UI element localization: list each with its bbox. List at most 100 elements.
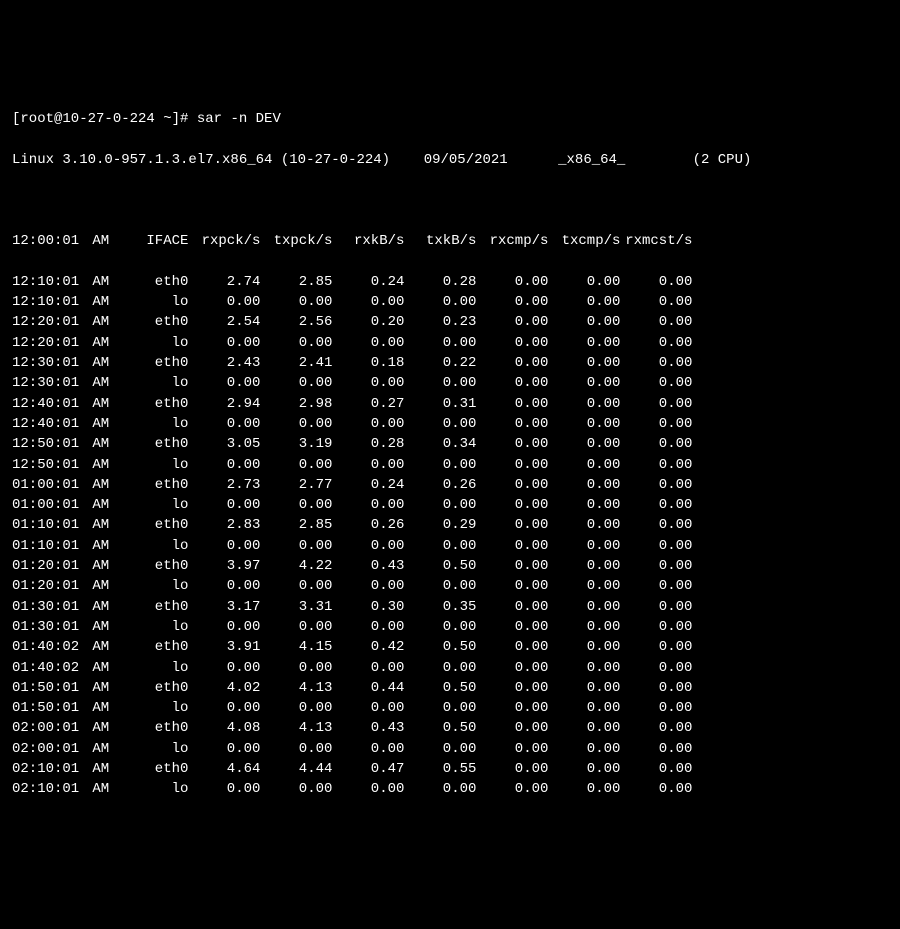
cell-txkb: 0.50 [404, 718, 476, 738]
cell-txkb: 0.00 [404, 495, 476, 515]
cell-ampm: AM [92, 373, 116, 393]
table-row: 12:50:01 AMlo0.000.000.000.000.000.000.0… [12, 455, 888, 475]
cell-ampm: AM [92, 475, 116, 495]
cell-time: 01:30:01 [12, 597, 84, 617]
cell-rxkb: 0.30 [332, 597, 404, 617]
cell-rxmcst: 0.00 [620, 434, 692, 454]
cell-rxcmp: 0.00 [476, 678, 548, 698]
cell-rxpck: 4.08 [188, 718, 260, 738]
cell-iface: lo [116, 414, 188, 434]
cell-txpck: 0.00 [260, 698, 332, 718]
cell-txcmp: 0.00 [548, 353, 620, 373]
table-row: 12:40:01 AMeth02.942.980.270.310.000.000… [12, 394, 888, 414]
cell-txcmp: 0.00 [548, 637, 620, 657]
cell-ampm: AM [92, 718, 116, 738]
cell-txcmp: 0.00 [548, 536, 620, 556]
cell-rxpck: 3.05 [188, 434, 260, 454]
cell-rxmcst: 0.00 [620, 597, 692, 617]
table-row: 01:50:01 AMeth04.024.130.440.500.000.000… [12, 678, 888, 698]
cell-iface: lo [116, 698, 188, 718]
cell-rxcmp: 0.00 [476, 515, 548, 535]
cell-time: 01:20:01 [12, 576, 84, 596]
date: 09/05/2021 [424, 152, 508, 168]
cell-txpck: 3.31 [260, 597, 332, 617]
cell-ampm: AM [92, 455, 116, 475]
cell-time: 02:10:01 [12, 779, 84, 799]
cell-ampm: AM [92, 658, 116, 678]
cell-rxmcst: 0.00 [620, 455, 692, 475]
table-row: 12:10:01 AMlo0.000.000.000.000.000.000.0… [12, 292, 888, 312]
command[interactable]: sar -n DEV [197, 111, 281, 127]
table-row: 02:10:01 AMlo0.000.000.000.000.000.000.0… [12, 779, 888, 799]
cell-iface: eth0 [116, 475, 188, 495]
cell-txpck: 4.15 [260, 637, 332, 657]
cell-time: 12:50:01 [12, 434, 84, 454]
cell-iface: lo [116, 536, 188, 556]
cell-txkb: 0.34 [404, 434, 476, 454]
cell-rxkb: 0.00 [332, 414, 404, 434]
cell-rxpck: 3.17 [188, 597, 260, 617]
cell-ampm: AM [92, 597, 116, 617]
cell-txpck: 0.00 [260, 739, 332, 759]
cell-txkb: 0.35 [404, 597, 476, 617]
cell-txpck: 0.00 [260, 536, 332, 556]
table-row: 01:30:01 AMeth03.173.310.300.350.000.000… [12, 597, 888, 617]
cell-rxpck: 0.00 [188, 373, 260, 393]
cell-rxkb: 0.00 [332, 576, 404, 596]
cell-rxpck: 2.73 [188, 475, 260, 495]
cell-txpck: 4.13 [260, 678, 332, 698]
cell-txkb: 0.00 [404, 779, 476, 799]
cell-iface: lo [116, 495, 188, 515]
cell-time: 12:40:01 [12, 394, 84, 414]
cell-rxpck: 3.91 [188, 637, 260, 657]
header-ampm: AM [92, 231, 116, 251]
cell-iface: lo [116, 455, 188, 475]
cell-iface: lo [116, 333, 188, 353]
cell-time: 12:20:01 [12, 333, 84, 353]
cell-rxpck: 2.74 [188, 272, 260, 292]
cell-rxkb: 0.28 [332, 434, 404, 454]
cell-time: 01:00:01 [12, 495, 84, 515]
cell-txkb: 0.00 [404, 333, 476, 353]
cell-iface: lo [116, 779, 188, 799]
header-rxpck: rxpck/s [188, 231, 260, 251]
cell-rxcmp: 0.00 [476, 779, 548, 799]
cell-rxcmp: 0.00 [476, 394, 548, 414]
cell-ampm: AM [92, 779, 116, 799]
header-txkb: txkB/s [404, 231, 476, 251]
cell-txcmp: 0.00 [548, 475, 620, 495]
cell-txkb: 0.50 [404, 678, 476, 698]
cell-ampm: AM [92, 536, 116, 556]
cell-txpck: 0.00 [260, 779, 332, 799]
terminal-output: [root@10-27-0-224 ~]# sar -n DEV Linux 3… [12, 89, 888, 820]
cell-txkb: 0.00 [404, 373, 476, 393]
cell-ampm: AM [92, 637, 116, 657]
cell-rxmcst: 0.00 [620, 414, 692, 434]
cell-iface: lo [116, 373, 188, 393]
cell-txpck: 0.00 [260, 455, 332, 475]
table-row: 12:10:01 AMeth02.742.850.240.280.000.000… [12, 272, 888, 292]
cell-txpck: 0.00 [260, 617, 332, 637]
cell-txkb: 0.26 [404, 475, 476, 495]
cell-txcmp: 0.00 [548, 617, 620, 637]
cell-iface: eth0 [116, 312, 188, 332]
table-row: 12:30:01 AMeth02.432.410.180.220.000.000… [12, 353, 888, 373]
cell-rxpck: 2.94 [188, 394, 260, 414]
table-row: 02:00:01 AMlo0.000.000.000.000.000.000.0… [12, 739, 888, 759]
cell-iface: eth0 [116, 353, 188, 373]
cell-txpck: 2.56 [260, 312, 332, 332]
cell-time: 12:30:01 [12, 373, 84, 393]
cell-txcmp: 0.00 [548, 739, 620, 759]
cell-time: 12:10:01 [12, 292, 84, 312]
cell-rxcmp: 0.00 [476, 495, 548, 515]
cell-rxmcst: 0.00 [620, 556, 692, 576]
cell-txkb: 0.55 [404, 759, 476, 779]
cell-rxcmp: 0.00 [476, 353, 548, 373]
cell-txkb: 0.31 [404, 394, 476, 414]
cell-txpck: 0.00 [260, 292, 332, 312]
cell-ampm: AM [92, 556, 116, 576]
cell-rxkb: 0.00 [332, 455, 404, 475]
cell-rxcmp: 0.00 [476, 617, 548, 637]
table-row: 02:00:01 AMeth04.084.130.430.500.000.000… [12, 718, 888, 738]
cell-rxmcst: 0.00 [620, 373, 692, 393]
